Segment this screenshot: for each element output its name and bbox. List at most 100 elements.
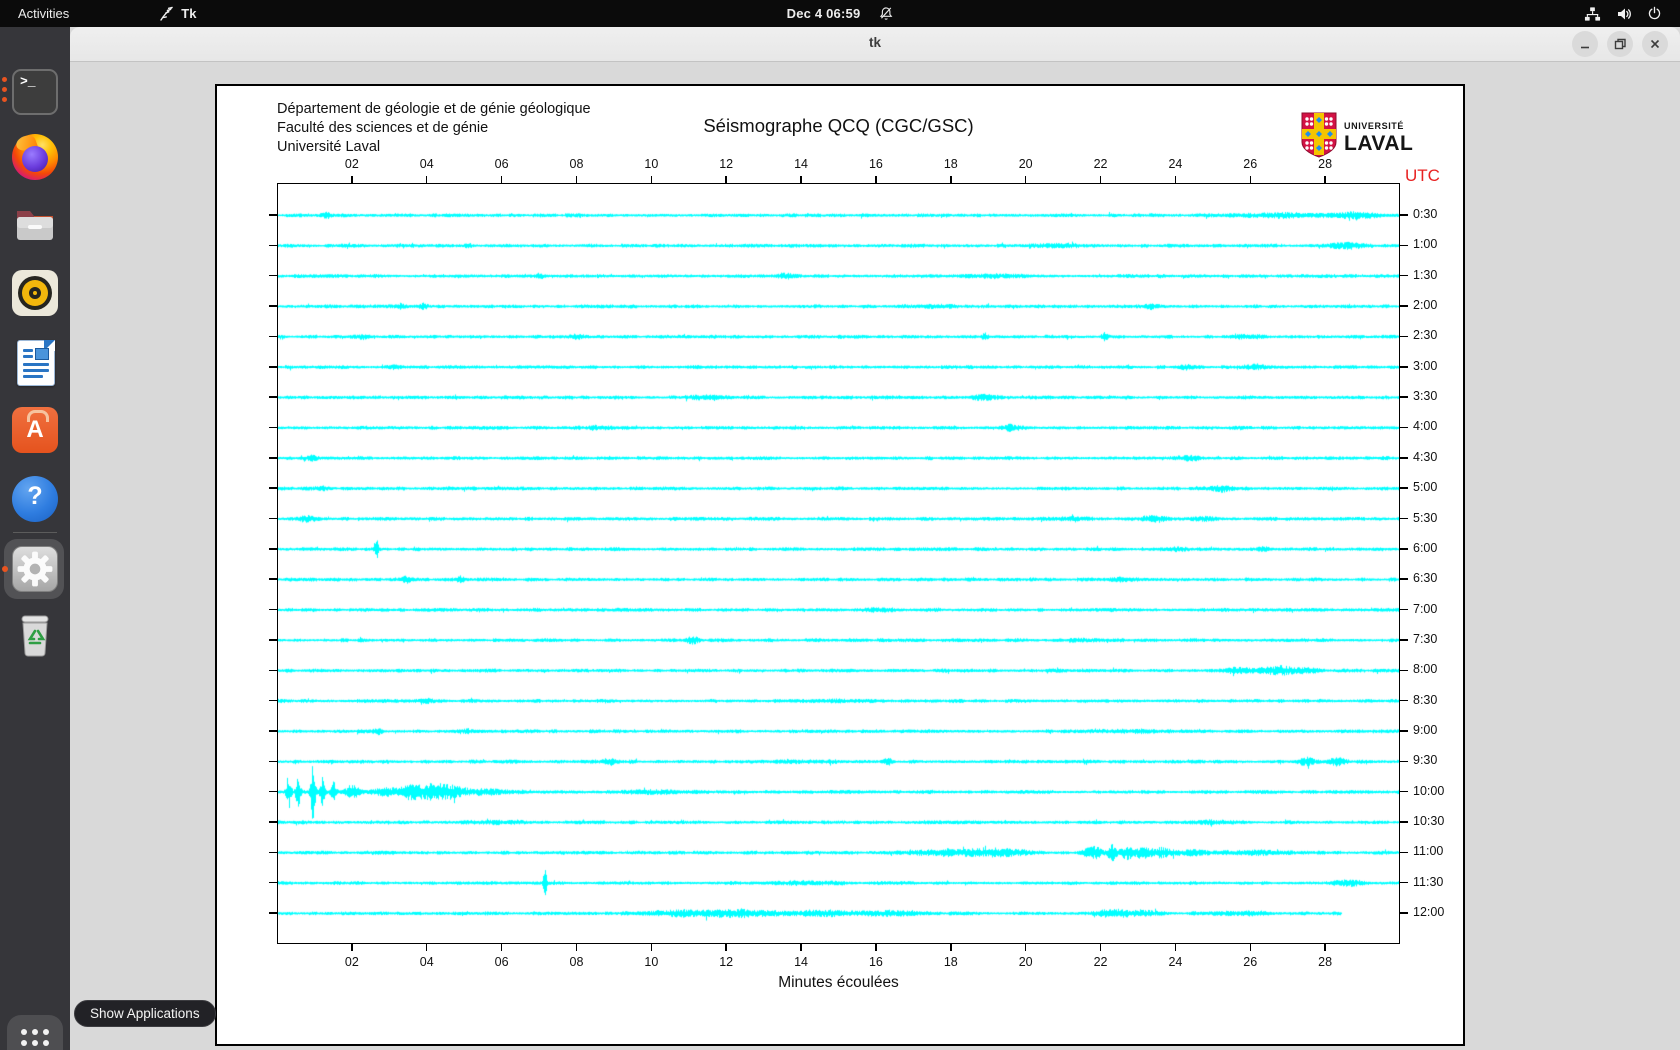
x-tick-bottom <box>725 944 727 951</box>
x-tick-label-bottom: 18 <box>943 955 958 969</box>
dock-item-rhythmbox[interactable] <box>11 269 59 317</box>
clock-label: Dec 4 06:59 <box>786 6 861 21</box>
app-menu[interactable]: Tk <box>159 6 196 22</box>
window-titlebar[interactable]: tk <box>70 27 1680 62</box>
power-icon <box>1647 6 1662 21</box>
help-glyph: ? <box>27 482 43 510</box>
x-tick-top <box>575 176 578 183</box>
row-tick-right <box>1400 366 1408 368</box>
system-tray[interactable] <box>1584 6 1680 22</box>
row-tick-right <box>1400 790 1408 793</box>
row-time-label: 9:30 <box>1413 753 1438 768</box>
row-tick-right <box>1400 487 1408 489</box>
x-tick-label-top: 16 <box>868 157 883 171</box>
row-tick-left <box>269 699 277 702</box>
x-tick-label-top: 22 <box>1093 157 1108 171</box>
row-time-label: 7:30 <box>1413 631 1438 646</box>
settings-gear-icon <box>12 546 58 592</box>
show-applications-tooltip: Show Applications <box>74 1000 216 1027</box>
x-tick-bottom <box>1099 944 1102 951</box>
network-icon <box>1584 6 1601 22</box>
row-time-label: 2:00 <box>1413 298 1438 313</box>
x-tick-bottom <box>425 944 428 951</box>
row-tick-left <box>269 760 277 763</box>
x-tick-top <box>425 176 428 183</box>
dock-item-ubuntu-software[interactable]: A <box>11 406 59 454</box>
row-tick-left <box>269 244 277 247</box>
x-tick-label-bottom: 14 <box>794 955 808 969</box>
row-tick-right <box>1400 214 1408 216</box>
dock-item-libreoffice-writer[interactable] <box>11 338 59 386</box>
maximize-button[interactable] <box>1607 31 1633 57</box>
x-tick-label-top: 28 <box>1318 157 1333 171</box>
x-tick-top <box>875 176 877 183</box>
x-tick-label-bottom: 28 <box>1318 955 1333 969</box>
row-time-label: 12:00 <box>1413 905 1445 920</box>
x-tick-bottom <box>650 944 653 951</box>
trash-icon <box>12 612 58 658</box>
close-button[interactable] <box>1642 31 1668 57</box>
x-tick-label-top: 06 <box>494 157 509 171</box>
tk-window: tk Département de géologie et de génie g… <box>70 27 1680 1050</box>
row-time-label: 5:00 <box>1413 480 1438 495</box>
volume-icon <box>1616 6 1632 22</box>
files-icon <box>12 202 58 248</box>
dock: >_ A ? <box>0 27 70 1050</box>
figure-title: Séismographe QCQ (CGC/GSC) <box>703 115 974 136</box>
minimize-button[interactable] <box>1572 31 1598 57</box>
row-time-label: 6:30 <box>1413 571 1438 586</box>
software-letter: A <box>26 416 44 443</box>
dock-item-terminal[interactable]: >_ <box>2 68 59 116</box>
row-time-label: 1:30 <box>1413 267 1438 282</box>
x-axis-title: Minutes écoulées <box>778 974 899 991</box>
ubuntu-software-icon: A <box>12 407 58 453</box>
row-time-label: 4:00 <box>1413 419 1438 434</box>
row-tick-left <box>269 730 277 732</box>
seismograph-canvas: Département de géologie et de génie géol… <box>215 84 1465 1046</box>
dock-item-firefox[interactable] <box>11 133 59 181</box>
desktop: Activities Tk Dec 4 06:59 >_ A ? Show Ap… <box>0 0 1680 1050</box>
x-tick-label-top: 08 <box>569 157 584 171</box>
x-tick-label-bottom: 06 <box>494 955 509 969</box>
row-tick-right <box>1400 639 1408 641</box>
dock-item-settings[interactable] <box>2 539 64 599</box>
row-tick-right <box>1400 699 1408 702</box>
row-tick-right <box>1400 517 1408 520</box>
x-tick-bottom <box>950 944 952 951</box>
window-title: tk <box>868 35 881 50</box>
row-tick-left <box>269 274 277 277</box>
terminal-prompt-glyph: >_ <box>20 74 36 89</box>
x-tick-label-top: 04 <box>419 157 434 171</box>
row-tick-right <box>1400 396 1408 398</box>
row-tick-left <box>269 517 277 520</box>
clock-menu[interactable]: Dec 4 06:59 <box>787 6 894 21</box>
activities-button[interactable]: Activities <box>0 0 87 27</box>
row-time-label: 5:30 <box>1413 510 1438 525</box>
settings-running-indicator <box>2 566 8 572</box>
x-tick-bottom <box>351 944 353 951</box>
row-tick-left <box>269 457 277 459</box>
x-tick-bottom <box>500 944 503 951</box>
dock-item-trash[interactable] <box>11 611 59 659</box>
show-applications-grid-icon <box>21 1029 49 1050</box>
rhythmbox-icon <box>12 270 58 316</box>
x-tick-label-top: 26 <box>1243 157 1258 171</box>
x-tick-label-bottom: 20 <box>1018 955 1033 969</box>
row-time-label: 3:00 <box>1413 358 1438 373</box>
row-time-label: 4:30 <box>1413 449 1438 464</box>
row-tick-right <box>1400 274 1408 277</box>
row-tick-left <box>269 487 277 489</box>
firefox-icon <box>12 133 58 180</box>
dock-item-files[interactable] <box>11 201 59 249</box>
row-tick-right <box>1400 457 1408 459</box>
dock-item-help[interactable]: ? <box>11 475 59 523</box>
row-tick-left <box>269 669 277 671</box>
terminal-icon: >_ <box>12 69 58 115</box>
row-time-label: 10:00 <box>1413 783 1445 798</box>
show-applications-button[interactable] <box>7 1015 63 1050</box>
seismic-traces <box>277 183 1400 944</box>
logo-universite-label: UNIVERSITÉ <box>1344 121 1405 131</box>
x-tick-label-bottom: 02 <box>344 955 359 969</box>
x-tick-label-top: 24 <box>1168 157 1183 171</box>
x-tick-top <box>1249 176 1251 183</box>
